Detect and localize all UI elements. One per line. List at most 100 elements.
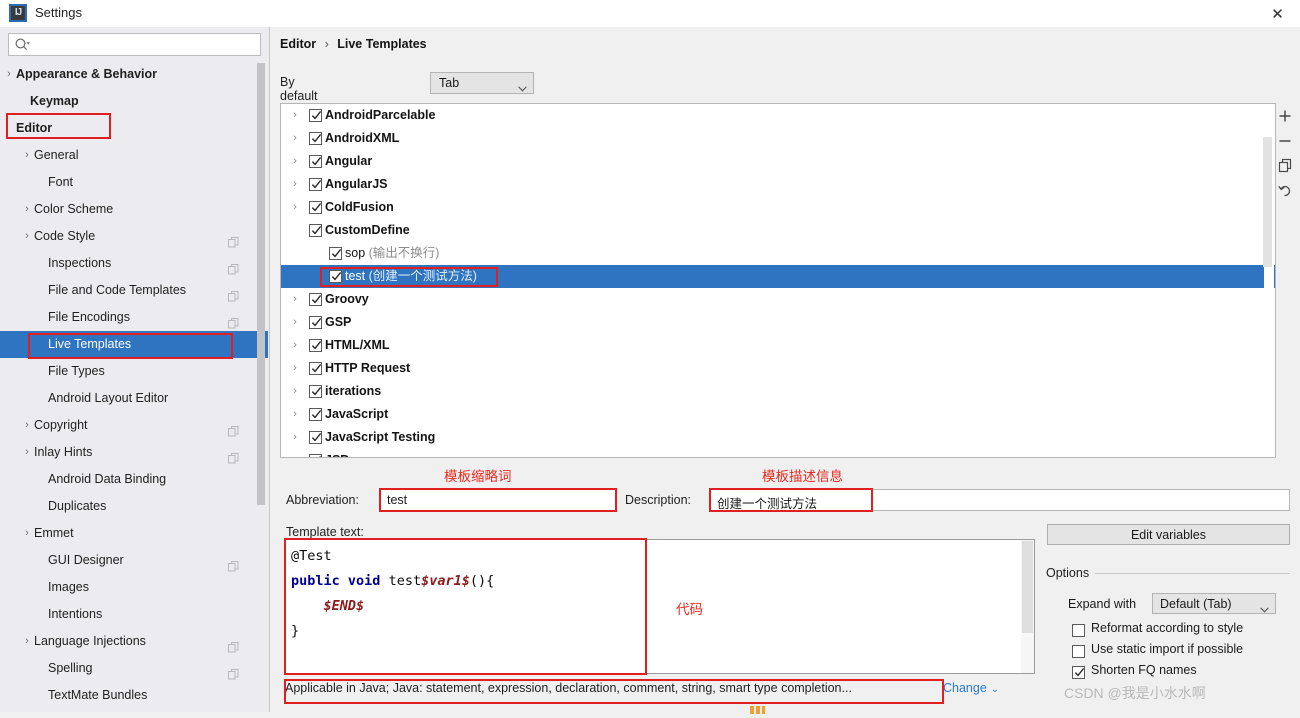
template-enabled-checkbox[interactable]: [309, 224, 322, 237]
template-text-editor[interactable]: @Test public void test$var1$(){ $END$ }: [285, 539, 1035, 674]
chevron-right-icon[interactable]: ›: [289, 288, 301, 311]
chevron-right-icon[interactable]: ›: [20, 223, 34, 250]
expand-with-select[interactable]: Default (Tab): [1152, 593, 1276, 614]
abbreviation-input[interactable]: test: [380, 489, 616, 511]
template-tree-row[interactable]: › AndroidXML: [281, 127, 1275, 150]
search-box[interactable]: [8, 33, 261, 56]
template-tree-row[interactable]: › JavaScript Testing: [281, 426, 1275, 449]
sidebar-item-file-and-code-templates[interactable]: File and Code Templates: [0, 277, 268, 304]
sidebar-item-gui-designer[interactable]: GUI Designer: [0, 547, 268, 574]
template-enabled-checkbox[interactable]: [329, 247, 342, 260]
chevron-right-icon[interactable]: ›: [2, 61, 16, 88]
template-enabled-checkbox[interactable]: [309, 201, 322, 214]
chevron-right-icon[interactable]: ›: [20, 196, 34, 223]
chevron-right-icon[interactable]: ›: [289, 150, 301, 173]
template-enabled-checkbox[interactable]: [309, 408, 322, 421]
copy-settings-icon[interactable]: [228, 285, 239, 296]
template-tree-row[interactable]: › Angular: [281, 150, 1275, 173]
search-input[interactable]: [35, 34, 261, 57]
chevron-right-icon[interactable]: ›: [289, 334, 301, 357]
template-enabled-checkbox[interactable]: [309, 178, 322, 191]
sidebar-item-inlay-hints[interactable]: › Inlay Hints: [0, 439, 268, 466]
sidebar-item-appearance-behavior[interactable]: › Appearance & Behavior: [0, 61, 268, 88]
chevron-right-icon[interactable]: ›: [289, 449, 301, 458]
template-enabled-checkbox[interactable]: [309, 362, 322, 375]
breadcrumb-root[interactable]: Editor: [280, 37, 316, 51]
template-enabled-checkbox[interactable]: [309, 431, 322, 444]
chevron-right-icon[interactable]: ›: [289, 127, 301, 150]
template-enabled-checkbox[interactable]: [309, 155, 322, 168]
chevron-right-icon[interactable]: ›: [20, 439, 34, 466]
close-icon[interactable]: ✕: [1255, 0, 1300, 27]
chevron-right-icon[interactable]: ›: [289, 173, 301, 196]
template-tree-row[interactable]: ⱟ CustomDefine: [281, 219, 1275, 242]
sidebar-item-code-style[interactable]: › Code Style: [0, 223, 268, 250]
sidebar-item-file-types[interactable]: File Types: [0, 358, 268, 385]
chevron-right-icon[interactable]: ›: [289, 311, 301, 334]
sidebar-item-emmet[interactable]: › Emmet: [0, 520, 268, 547]
edit-variables-button[interactable]: Edit variables: [1047, 524, 1290, 545]
template-enabled-checkbox[interactable]: [309, 385, 322, 398]
copy-settings-icon[interactable]: [228, 312, 239, 323]
duplicate-template-icon[interactable]: [1272, 153, 1298, 178]
sidebar-item-inspections[interactable]: Inspections: [0, 250, 268, 277]
template-tree-row[interactable]: › Groovy: [281, 288, 1275, 311]
template-tree-row[interactable]: › HTTP Request: [281, 357, 1275, 380]
sidebar-item-live-templates[interactable]: Live Templates: [0, 331, 268, 358]
template-tree-row[interactable]: › JavaScript: [281, 403, 1275, 426]
sidebar-item-keymap[interactable]: Keymap: [0, 88, 268, 115]
template-enabled-checkbox[interactable]: [309, 454, 322, 458]
sidebar-item-spelling[interactable]: Spelling: [0, 655, 268, 682]
copy-settings-icon[interactable]: [228, 636, 239, 647]
template-tree-row[interactable]: test (创建一个测试方法): [281, 265, 1275, 288]
sidebar-item-images[interactable]: Images: [0, 574, 268, 601]
description-input[interactable]: 创建一个测试方法: [710, 489, 1290, 511]
sidebar-item-color-scheme[interactable]: › Color Scheme: [0, 196, 268, 223]
sidebar-item-android-layout-editor[interactable]: Android Layout Editor: [0, 385, 268, 412]
sidebar-item-editor[interactable]: ⱟ Editor: [0, 115, 268, 142]
template-enabled-checkbox[interactable]: [309, 316, 322, 329]
sidebar-scrollbar[interactable]: [257, 63, 265, 505]
chevron-right-icon[interactable]: ›: [289, 426, 301, 449]
template-tree-row[interactable]: › AndroidParcelable: [281, 104, 1275, 127]
sidebar-item-duplicates[interactable]: Duplicates: [0, 493, 268, 520]
add-template-button[interactable]: [1272, 103, 1298, 128]
template-enabled-checkbox[interactable]: [329, 270, 342, 283]
chevron-right-icon[interactable]: ›: [20, 628, 34, 655]
copy-settings-icon[interactable]: [228, 447, 239, 458]
template-tree-row[interactable]: › HTML/XML: [281, 334, 1275, 357]
template-enabled-checkbox[interactable]: [309, 339, 322, 352]
chevron-down-icon[interactable]: ⱟ: [2, 115, 16, 142]
chevron-right-icon[interactable]: ›: [289, 357, 301, 380]
copy-settings-icon[interactable]: [228, 231, 239, 242]
chevron-down-icon[interactable]: ⱟ: [289, 219, 301, 242]
chevron-right-icon[interactable]: ›: [20, 412, 34, 439]
sidebar-item-language-injections[interactable]: › Language Injections: [0, 628, 268, 655]
template-enabled-checkbox[interactable]: [309, 109, 322, 122]
template-tree-row[interactable]: › iterations: [281, 380, 1275, 403]
checkbox-box[interactable]: [1072, 666, 1085, 679]
template-enabled-checkbox[interactable]: [309, 293, 322, 306]
copy-settings-icon[interactable]: [228, 258, 239, 269]
template-tree-row[interactable]: › JSP: [281, 449, 1275, 458]
copy-settings-icon[interactable]: [228, 420, 239, 431]
revert-template-icon[interactable]: [1272, 178, 1298, 203]
template-tree-row[interactable]: › GSP: [281, 311, 1275, 334]
default-expand-select[interactable]: Tab: [430, 72, 534, 94]
chevron-right-icon[interactable]: ›: [289, 403, 301, 426]
template-tree-scrollbar-thumb[interactable]: [1263, 137, 1272, 267]
chevron-right-icon[interactable]: ›: [289, 104, 301, 127]
copy-settings-icon[interactable]: [228, 555, 239, 566]
chevron-right-icon[interactable]: ›: [289, 196, 301, 219]
sidebar-item-android-data-binding[interactable]: Android Data Binding: [0, 466, 268, 493]
sidebar-item-font[interactable]: Font: [0, 169, 268, 196]
template-enabled-checkbox[interactable]: [309, 132, 322, 145]
template-tree-row[interactable]: › ColdFusion: [281, 196, 1275, 219]
checkbox-box[interactable]: [1072, 645, 1085, 658]
sidebar-item-copyright[interactable]: › Copyright: [0, 412, 268, 439]
template-text-scrollbar-track[interactable]: [1021, 540, 1034, 673]
change-context-link[interactable]: Change ⌄: [943, 681, 999, 695]
template-tree-row[interactable]: sop (输出不换行): [281, 242, 1275, 265]
chevron-right-icon[interactable]: ›: [20, 520, 34, 547]
checkbox-box[interactable]: [1072, 624, 1085, 637]
